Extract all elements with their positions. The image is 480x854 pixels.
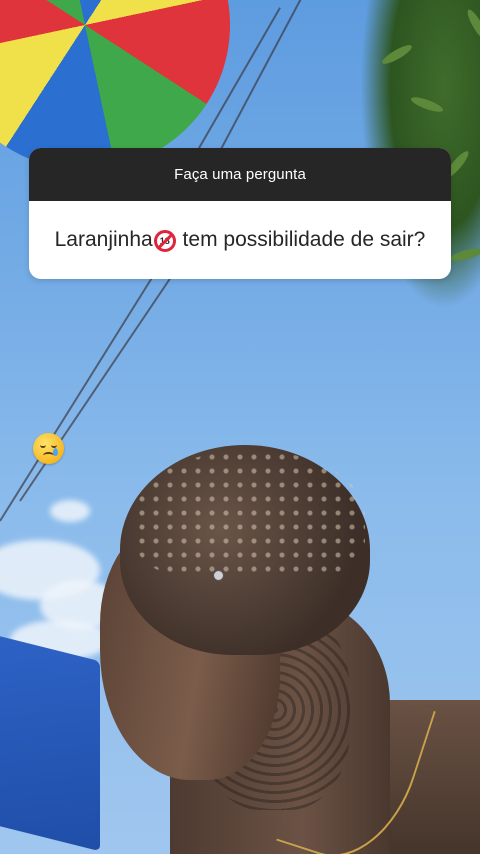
hair-pattern: [135, 450, 365, 580]
smiling-face-with-tear-icon: [33, 433, 64, 464]
question-sticker-header-text: Faça uma pergunta: [174, 166, 306, 183]
question-sticker-body: Laranjinha 18 tem possibilidade de sair?: [29, 201, 451, 279]
question-text-part-2: tem possibilidade de sair?: [176, 228, 426, 251]
question-text-part-1: Laranjinha: [54, 228, 153, 251]
story-background-photo: [0, 0, 480, 854]
earring: [213, 570, 224, 581]
no-under-18-icon: 18: [153, 230, 176, 252]
question-sticker-header: Faça uma pergunta: [29, 148, 451, 201]
no-under-18-icon-number: 18: [159, 235, 170, 246]
question-sticker[interactable]: Faça uma pergunta Laranjinha 18 tem poss…: [29, 148, 451, 279]
